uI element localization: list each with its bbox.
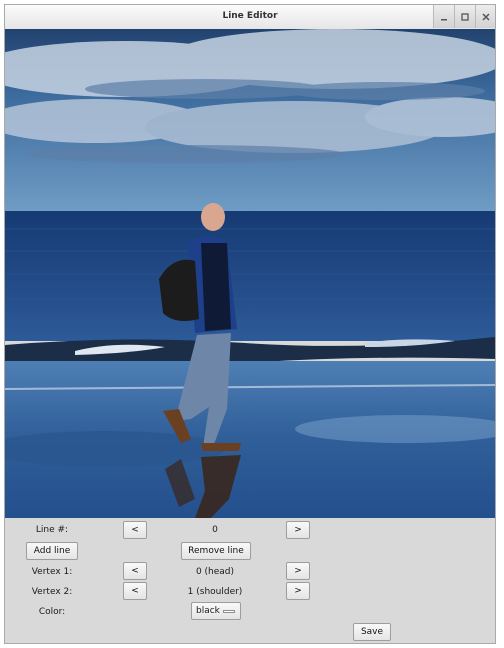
image-canvas[interactable] (5, 29, 495, 518)
vertex1-value: 0 (head) (195, 567, 235, 577)
vertex1-label: Vertex 1: (31, 567, 73, 577)
close-button[interactable] (475, 5, 495, 28)
vertex1-next-button[interactable]: > (286, 562, 310, 580)
line-editor-window: Line Editor Line #: < 0 > Add line Remov… (4, 4, 496, 644)
maximize-button[interactable] (454, 5, 475, 28)
beach-photo (5, 29, 495, 518)
vertex2-value: 1 (shoulder) (187, 587, 243, 597)
window-title: Line Editor (222, 11, 278, 21)
vertex1-prev-button[interactable]: < (123, 562, 147, 580)
vertex2-label: Vertex 2: (31, 587, 73, 597)
color-dropdown[interactable]: black (191, 602, 241, 620)
dropdown-indicator-icon (223, 610, 235, 613)
title-bar[interactable]: Line Editor (5, 5, 495, 30)
line-next-button[interactable]: > (286, 521, 310, 539)
line-number-value: 0 (212, 525, 218, 535)
minimize-button[interactable] (433, 5, 454, 28)
color-label: Color: (38, 607, 66, 617)
vertex2-prev-button[interactable]: < (123, 582, 147, 600)
remove-line-button[interactable]: Remove line (181, 542, 251, 560)
add-line-button[interactable]: Add line (26, 542, 78, 560)
maximize-icon (460, 12, 470, 22)
color-dropdown-value: black (196, 606, 220, 616)
close-icon (481, 12, 491, 22)
minimize-icon (439, 12, 449, 22)
line-prev-button[interactable]: < (123, 521, 147, 539)
line-number-label: Line #: (35, 525, 69, 535)
save-button[interactable]: Save (353, 623, 391, 641)
vertex2-next-button[interactable]: > (286, 582, 310, 600)
